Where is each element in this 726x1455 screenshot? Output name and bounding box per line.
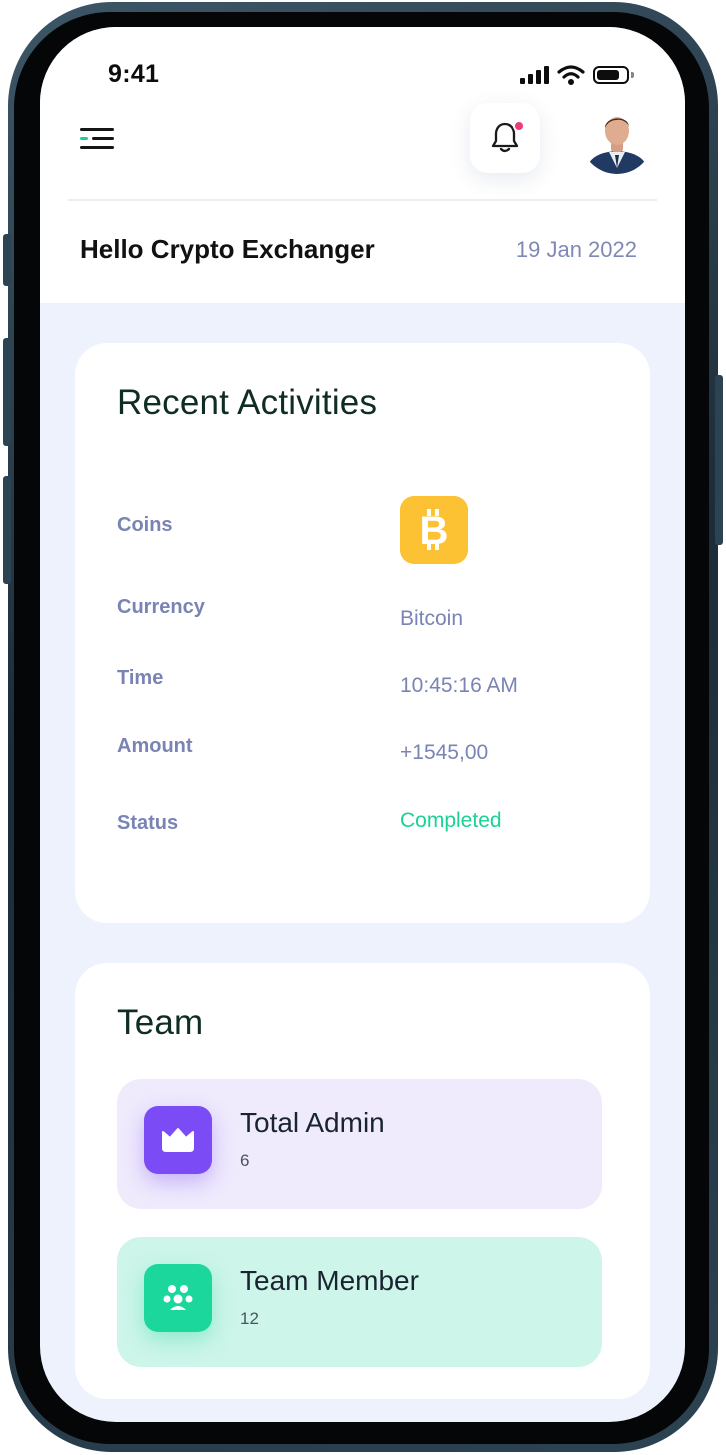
- header-divider: [68, 199, 657, 201]
- volume-down-button: [3, 476, 11, 584]
- group-icon: [144, 1264, 212, 1332]
- coins-label: Coins: [117, 514, 173, 536]
- time-label: Time: [117, 667, 164, 689]
- status-time: 9:41: [108, 60, 160, 88]
- time-value: 10:45:16 AM: [400, 674, 518, 697]
- status-value: Completed: [400, 809, 502, 832]
- bitcoin-icon: B: [400, 496, 468, 564]
- menu-icon[interactable]: [80, 124, 116, 154]
- notification-button[interactable]: [470, 103, 540, 173]
- team-member-label: Team Member: [240, 1265, 419, 1296]
- app-screen: 9:41 Hello Crypto Exchanger 19 Jan 2022 …: [40, 27, 685, 1422]
- currency-label: Currency: [117, 596, 205, 618]
- greeting-text: Hello Crypto Exchanger: [80, 234, 375, 264]
- status-label: Status: [117, 812, 179, 834]
- battery-icon: [593, 66, 634, 84]
- crown-icon: [144, 1106, 212, 1174]
- volume-up-button: [3, 338, 11, 446]
- team-title: Team: [117, 1003, 204, 1042]
- recent-activities-title: Recent Activities: [117, 383, 378, 422]
- amount-value: +1545,00: [400, 741, 489, 764]
- team-card: Team Total Admin 6 Team Member 12: [75, 963, 650, 1399]
- avatar[interactable]: [581, 102, 653, 174]
- notification-dot: [513, 120, 525, 132]
- team-member-count: 12: [240, 1309, 259, 1328]
- amount-label: Amount: [117, 735, 193, 757]
- total-admin-count: 6: [240, 1151, 250, 1170]
- team-member-item[interactable]: Team Member 12: [117, 1237, 602, 1367]
- status-icons: [520, 63, 634, 87]
- current-date: 19 Jan 2022: [515, 237, 637, 262]
- recent-activities-card: Recent Activities Coins B Currency Bitco…: [75, 343, 650, 923]
- total-admin-item[interactable]: Total Admin 6: [117, 1079, 602, 1209]
- total-admin-label: Total Admin: [240, 1107, 385, 1138]
- silent-switch: [3, 234, 11, 286]
- svg-text:B: B: [420, 509, 449, 552]
- wifi-icon: [557, 65, 585, 85]
- power-button: [715, 375, 723, 545]
- currency-value: Bitcoin: [400, 607, 464, 630]
- profile-photo: [581, 102, 653, 174]
- cellular-signal-icon: [520, 66, 549, 84]
